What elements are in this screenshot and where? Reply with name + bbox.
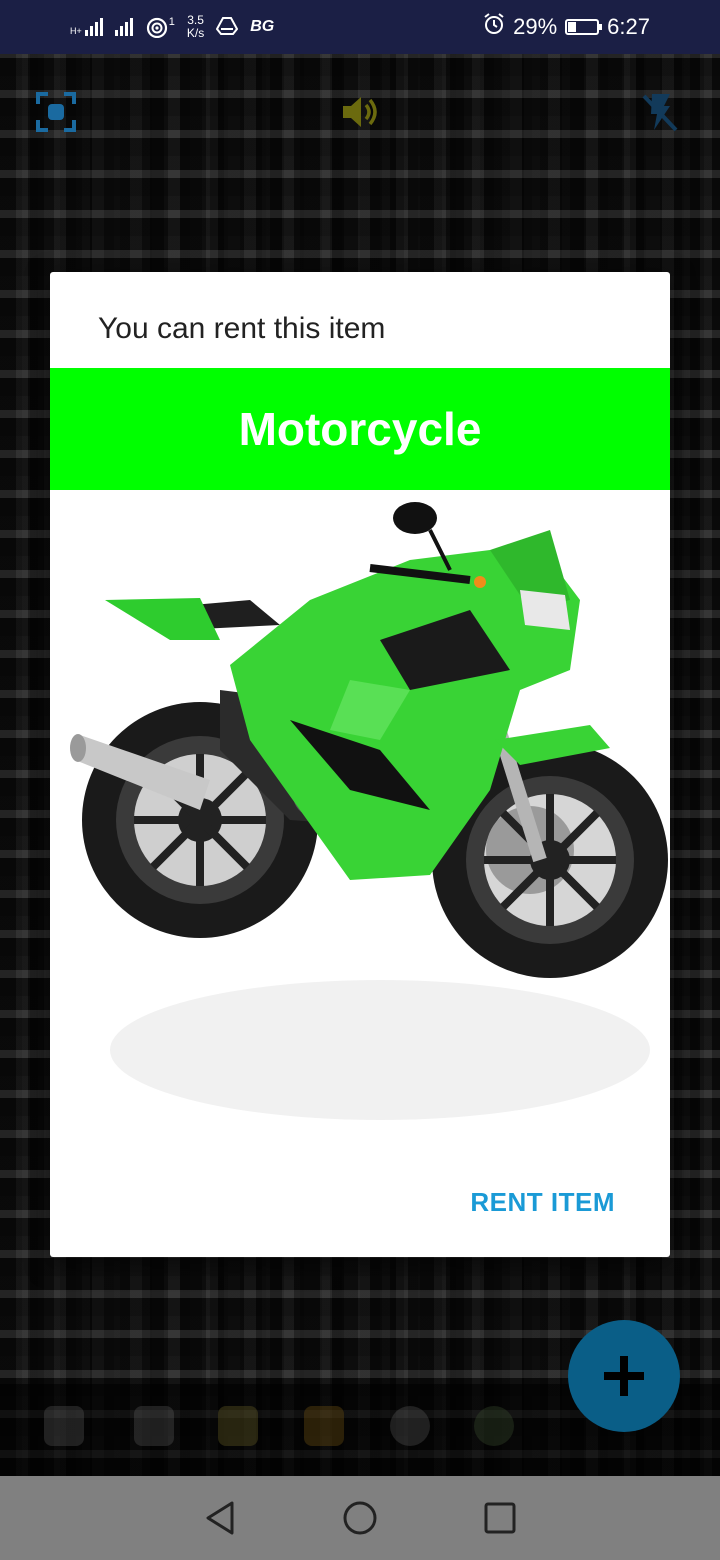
hotspot-icon: 1	[145, 16, 175, 38]
add-fab[interactable]	[568, 1320, 680, 1432]
item-name: Motorcycle	[238, 403, 482, 455]
back-icon[interactable]	[196, 1494, 244, 1542]
dimmed-app-icon	[474, 1406, 514, 1446]
item-photo	[50, 490, 670, 1145]
dialog-title: You can rent this item	[98, 312, 386, 345]
navigation-bar	[0, 1476, 720, 1560]
motorcycle-image	[70, 502, 668, 1120]
speaker-icon[interactable]	[340, 92, 380, 141]
alarm-icon	[483, 13, 505, 41]
signal-1-icon: H+	[70, 18, 103, 36]
battery-icon	[565, 19, 603, 35]
clock: 6:27	[607, 14, 650, 39]
dimmed-app-icon	[218, 1406, 258, 1446]
plus-icon	[604, 1356, 644, 1396]
status-right: 29% 6:27	[483, 13, 650, 41]
status-bar: H+ 1 3.5 K/s BG 29% 6:27	[0, 0, 720, 54]
flash-off-icon[interactable]	[642, 92, 678, 141]
network-speed: 3.5 K/s	[187, 14, 204, 40]
focus-frame-icon[interactable]	[36, 92, 76, 141]
dimmed-app-icon	[390, 1406, 430, 1446]
speed-unit: K/s	[186, 26, 205, 40]
battery-percent: 29%	[513, 14, 558, 39]
status-left: H+ 1 3.5 K/s BG	[70, 14, 274, 40]
rent-item-button[interactable]: RENT ITEM	[464, 1186, 621, 1219]
rent-item-dialog: You can rent this item Motorcycle RENT I…	[50, 272, 670, 1257]
home-icon[interactable]	[336, 1494, 384, 1542]
sim-slot-label: 1	[168, 16, 175, 28]
dimmed-app-icon	[134, 1406, 174, 1446]
dimmed-app-icon	[304, 1406, 344, 1446]
drive-icon	[216, 16, 239, 38]
item-name-banner: Motorcycle	[50, 368, 670, 490]
signal-2-icon	[114, 18, 133, 36]
network-type-label: H+	[70, 26, 82, 36]
dimmed-app-icon	[44, 1406, 84, 1446]
recents-icon[interactable]	[476, 1494, 524, 1542]
carrier-tag: BG	[250, 18, 275, 35]
